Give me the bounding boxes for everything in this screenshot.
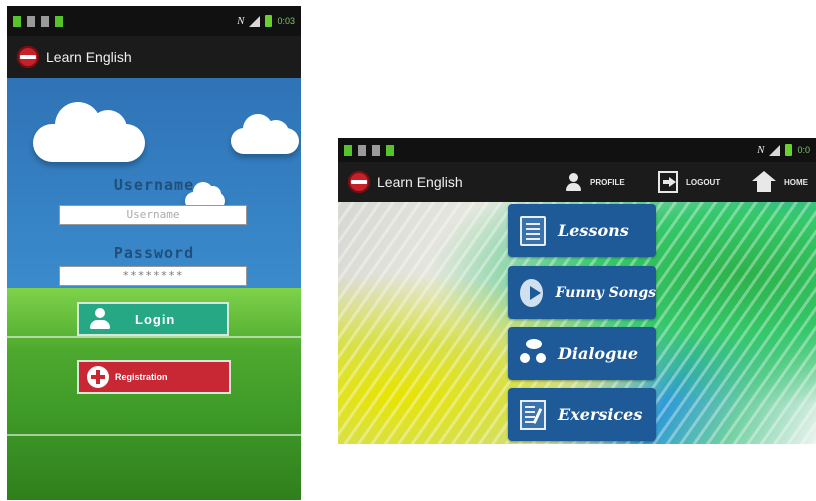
nfc-indicator: N (237, 15, 245, 27)
password-input[interactable]: ******** (59, 266, 247, 286)
login-button[interactable]: Login (79, 304, 227, 334)
notification-icon (344, 144, 352, 156)
plus-icon (87, 366, 109, 388)
home-label: HOME (784, 177, 808, 187)
signal-icon (769, 144, 781, 156)
exercises-icon (520, 399, 546, 430)
app-logo-icon (17, 46, 39, 68)
profile-button[interactable]: PROFILE (564, 168, 625, 196)
lessons-button[interactable]: Lessons (508, 204, 656, 257)
status-bar: N 0:03 (7, 6, 301, 36)
logout-icon (658, 171, 678, 193)
cloud-image (33, 102, 145, 162)
username-input[interactable]: Username (59, 205, 247, 225)
status-time: 0:0 (797, 145, 810, 155)
registration-button-label: Registration (115, 372, 168, 382)
action-bar: Learn English (7, 36, 301, 78)
registration-button[interactable]: Registration (79, 362, 229, 392)
dialogue-button[interactable]: Dialogue (508, 327, 656, 380)
lessons-label: Lessons (558, 221, 629, 240)
nfc-indicator: N (757, 144, 765, 156)
home-icon (752, 171, 776, 193)
menu-screen: N 0:0 Learn English PROFILE LOGOUT HOME … (338, 138, 816, 444)
user-icon (87, 308, 113, 330)
exercises-button[interactable]: Exersices (508, 388, 656, 441)
debug-icon (386, 144, 394, 156)
app-title: Learn English (46, 49, 132, 65)
profile-icon (564, 172, 582, 192)
profile-label: PROFILE (590, 177, 625, 187)
battery-icon (785, 144, 793, 156)
home-button[interactable]: HOME (752, 168, 808, 196)
app-title: Learn English (377, 174, 463, 190)
password-label: Password (113, 244, 195, 262)
funny-songs-label: Funny Songs (555, 284, 656, 301)
exercises-label: Exersices (558, 405, 643, 424)
status-time: 0:03 (277, 16, 295, 26)
dialogue-label: Dialogue (558, 344, 639, 363)
login-button-label: Login (135, 311, 176, 327)
storage-icon (372, 144, 380, 156)
lessons-icon (520, 215, 546, 246)
usb-icon (27, 15, 35, 27)
cloud-image (231, 114, 299, 154)
app-logo-icon (348, 171, 370, 193)
logout-button[interactable]: LOGOUT (658, 168, 720, 196)
status-bar: N 0:0 (338, 138, 816, 162)
funny-songs-button[interactable]: Funny Songs (508, 266, 656, 319)
field-line (7, 336, 301, 338)
logout-label: LOGOUT (686, 177, 721, 187)
login-screen: N 0:03 Learn English Username Username P… (7, 6, 301, 500)
field-line (7, 434, 301, 436)
usb-icon (358, 144, 366, 156)
username-label: Username (113, 176, 195, 194)
signal-icon (249, 15, 261, 27)
dialogue-icon (520, 338, 546, 369)
notification-icon (13, 15, 21, 27)
play-icon (520, 278, 544, 307)
battery-icon (265, 15, 273, 27)
debug-icon (55, 15, 63, 27)
storage-icon (41, 15, 49, 27)
